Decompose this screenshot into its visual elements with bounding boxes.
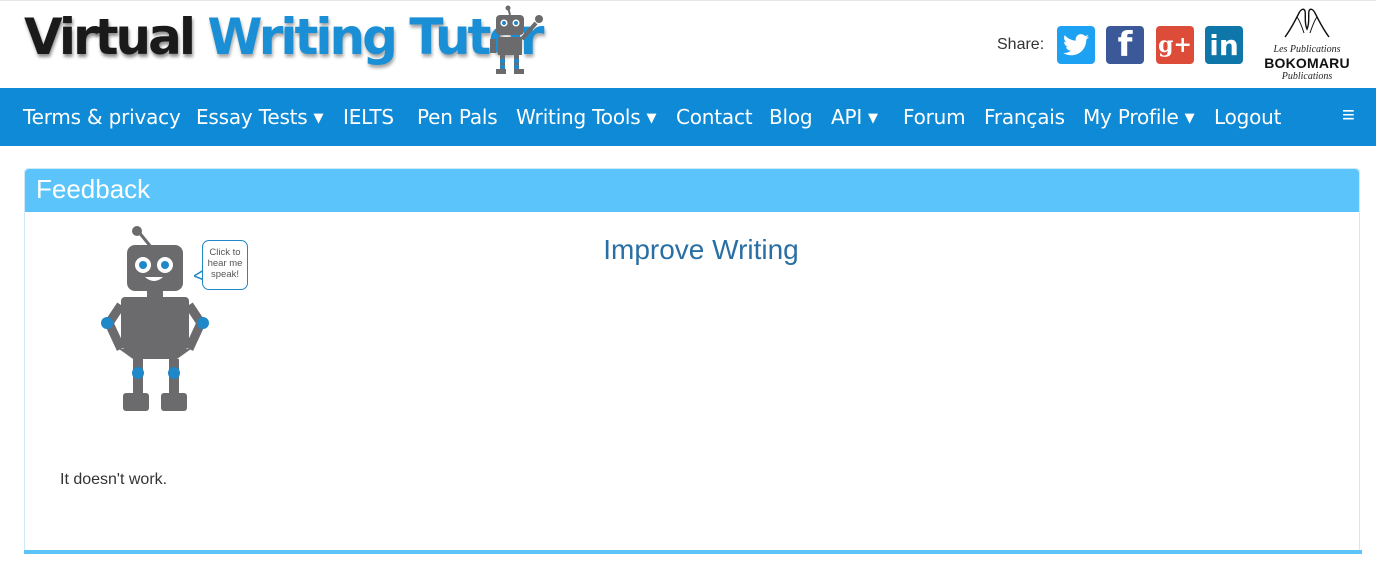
nav-terms-privacy[interactable]: Terms & privacy [23,105,181,129]
linkedin-share-button[interactable]: in [1205,26,1243,64]
nav-contact[interactable]: Contact [676,105,753,129]
nav-label: Writing Tools [516,105,641,129]
feedback-message: It doesn't work. [60,471,168,488]
nav-ielts[interactable]: IELTS [343,105,394,129]
logo-word-virtual: Virtual [24,8,196,66]
nav-label: Forum [903,105,966,129]
site-header: Virtual Writing Tutor Share: f g+ in Les… [0,0,1376,88]
site-logo[interactable]: Virtual Writing Tutor [20,3,544,77]
publisher-line1: Les Publications [1273,44,1341,55]
panel-title: Feedback [36,174,151,204]
hands-logo-icon [1284,8,1330,38]
bokomaru-publications-logo[interactable]: Les Publications BOKOMARU Publications [1258,5,1356,85]
google-plus-share-button[interactable]: g+ [1156,26,1194,64]
share-label: Share: [997,36,1045,53]
nav-api[interactable]: API ▼ [831,105,878,129]
google-plus-icon: g+ [1158,32,1192,58]
feedback-panel: Feedback Click to hear me speak! Improve… [24,168,1362,554]
nav-essay-tests[interactable]: Essay Tests ▼ [196,105,324,129]
nav-logout[interactable]: Logout [1214,105,1281,129]
hamburger-menu-icon[interactable]: ≡ [1342,102,1355,128]
nav-forum[interactable]: Forum [903,105,966,129]
nav-label: My Profile [1083,105,1179,129]
nav-label: Contact [676,105,753,129]
facebook-icon: f [1117,25,1133,65]
nav-blog[interactable]: Blog [769,105,813,129]
nav-label: Blog [769,105,813,129]
nav-label: IELTS [343,105,394,129]
nav-label: Essay Tests [196,105,308,129]
chevron-down-icon: ▼ [646,111,657,126]
facebook-share-button[interactable]: f [1106,25,1144,65]
chevron-down-icon: ▼ [868,111,878,126]
nav-label: Logout [1214,105,1282,129]
panel-header: Feedback [25,169,1359,212]
chevron-down-icon: ▼ [1184,111,1195,126]
logo-robot-icon [490,5,543,74]
nav-my-profile[interactable]: My Profile ▼ [1083,105,1195,129]
main-navbar: Terms & privacy Essay Tests ▼ IELTS Pen P… [0,88,1376,146]
publisher-line3: Publications [1281,71,1333,82]
nav-francais[interactable]: Français [984,105,1065,129]
linkedin-icon: in [1209,28,1239,62]
nav-pen-pals[interactable]: Pen Pals [417,105,498,129]
panel-bottom-border [24,550,1362,554]
nav-label: Pen Pals [417,105,498,129]
nav-writing-tools[interactable]: Writing Tools ▼ [516,105,656,129]
logo-text: Virtual Writing Tutor [24,5,544,69]
twitter-bird-icon [1063,34,1089,56]
chevron-down-icon: ▼ [313,111,324,126]
improve-writing-heading: Improve Writing [603,234,799,265]
nav-label: Terms & privacy [23,105,181,129]
twitter-share-button[interactable] [1057,26,1095,64]
publisher-name: BOKOMARU [1264,55,1350,71]
nav-label: Français [984,105,1065,129]
nav-label: API [831,105,863,129]
